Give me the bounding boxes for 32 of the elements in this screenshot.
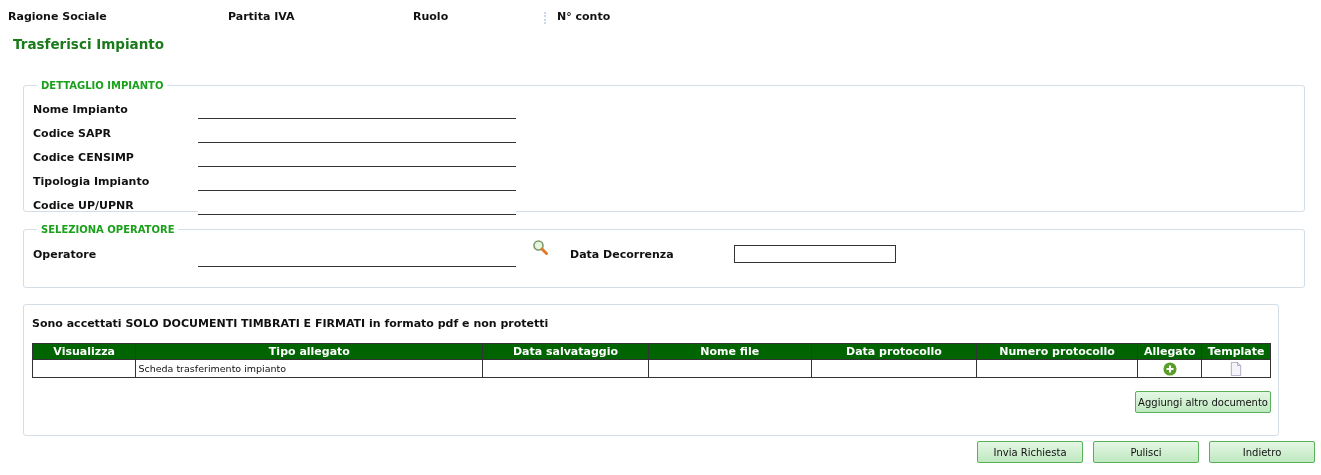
column-header: Template (1201, 343, 1271, 360)
header-label: N° conto (557, 10, 611, 23)
field-label: Codice SAPR (33, 127, 113, 142)
table-cell: Scheda trasferimento impianto (135, 359, 483, 378)
documents-note: Sono accettati SOLO DOCUMENTI TIMBRATI E FIRMATI in formato pdf e non protetti (32, 317, 550, 332)
search-icon[interactable] (532, 239, 548, 255)
action-button[interactable]: Pulisci (1093, 441, 1199, 463)
column-header: Tipo allegato (135, 343, 483, 360)
header-label: Ruolo (413, 10, 449, 23)
action-button[interactable]: Invia Richiesta (977, 441, 1083, 463)
field-label: Codice UP/UPNR (33, 199, 135, 214)
field-label: Operatore (33, 247, 98, 261)
column-header: Numero protocollo (976, 343, 1138, 360)
header-label: Partita IVA (228, 10, 295, 23)
add-icon[interactable] (1162, 361, 1177, 376)
action-button[interactable]: Indietro (1209, 441, 1315, 463)
header-label: Ragione Sociale (8, 10, 107, 23)
column-header: Visualizza (32, 343, 136, 360)
date-field[interactable] (734, 245, 896, 263)
field-label: Nome Impianto (33, 103, 129, 118)
column-header: Data protocollo (811, 343, 977, 360)
field-label: Data Decorrenza (570, 247, 675, 261)
field-label: Tipologia Impianto (33, 175, 151, 190)
section-legend: SELEZIONA OPERATORE (37, 224, 179, 235)
page-title: Trasferisci Impianto (13, 36, 166, 54)
column-header: Nome file (648, 343, 812, 360)
separator-icon (544, 12, 546, 24)
column-header: Data salvataggio (482, 343, 649, 360)
add-document-button[interactable]: Aggiungi altro documento (1135, 391, 1271, 413)
section-legend: DETTAGLIO IMPIANTO (37, 80, 168, 91)
field-label: Codice CENSIMP (33, 151, 135, 166)
column-header: Allegato (1137, 343, 1202, 360)
